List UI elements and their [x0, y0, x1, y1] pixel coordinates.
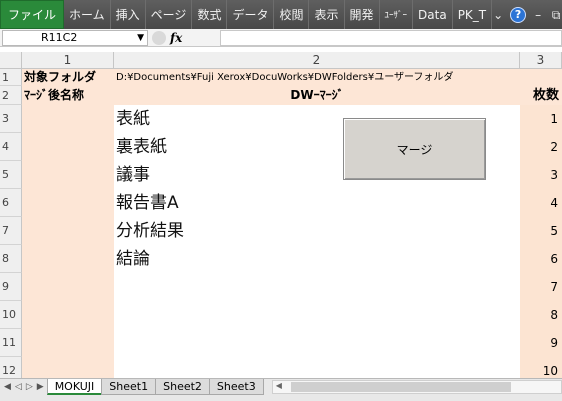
page-number-cell[interactable]: 7 — [520, 273, 562, 301]
row-header-2[interactable]: 2 — [0, 86, 22, 105]
document-item[interactable]: 議事 — [116, 161, 336, 189]
sheet-navigation: ◀ ◁ ▷ ▶ — [0, 379, 48, 395]
sheet-tab-bar: ◀ ◁ ▷ ▶ MOKUJI Sheet1 Sheet2 Sheet3 ◀ — [0, 378, 562, 401]
merge-button[interactable]: マージ — [343, 118, 486, 180]
tab-page[interactable]: ページ — [146, 0, 193, 29]
row-header-12[interactable]: 12 — [0, 357, 22, 378]
horizontal-scrollbar[interactable]: ◀ — [271, 380, 562, 394]
ribbon-tab-bar: ファイル ホーム 挿入 ページ 数式 データ 校閲 表示 開発 ﾕｰｻﾞｰ Da… — [0, 0, 562, 29]
page-number-cell[interactable]: 6 — [520, 245, 562, 273]
sheet-tab-sheet1[interactable]: Sheet1 — [101, 379, 157, 395]
tab-user[interactable]: ﾕｰｻﾞｰ — [380, 0, 414, 29]
tab-file[interactable]: ファイル — [0, 0, 65, 29]
row-header-8[interactable]: 8 — [0, 245, 22, 273]
sheet-tab-sheet3[interactable]: Sheet3 — [208, 379, 264, 395]
insert-function-icon[interactable]: fx — [170, 31, 182, 45]
tab-insert[interactable]: 挿入 — [111, 0, 146, 29]
prev-sheet-icon[interactable]: ◁ — [15, 382, 22, 392]
row-header-11[interactable]: 11 — [0, 329, 22, 357]
document-item[interactable]: 表紙 — [116, 105, 336, 133]
formula-controls: fx — [148, 30, 220, 45]
formula-input[interactable] — [220, 29, 562, 46]
chevron-down-icon[interactable]: ⌄ — [492, 9, 504, 21]
tab-formulas[interactable]: 数式 — [192, 0, 228, 29]
document-item[interactable]: 結論 — [116, 245, 336, 273]
window-controls: ⌄ ? – ⧉ — [492, 0, 562, 29]
next-sheet-icon[interactable]: ▷ — [26, 382, 33, 392]
target-folder-path[interactable]: D:¥Documents¥Fuji Xerox¥DocuWorks¥DWFold… — [114, 69, 562, 86]
scroll-left-icon[interactable]: ◀ — [276, 381, 282, 390]
name-box-dropdown-icon[interactable]: ▼ — [137, 31, 144, 45]
formula-bar: R11C2 ▼ fx — [0, 29, 562, 47]
tab-view[interactable]: 表示 — [309, 0, 345, 29]
sheet-tab-mokuji[interactable]: MOKUJI — [46, 379, 103, 395]
row-header-10[interactable]: 10 — [0, 301, 22, 329]
last-sheet-icon[interactable]: ▶ — [37, 382, 44, 392]
column-header-3[interactable]: 3 — [520, 52, 562, 69]
page-number-cell[interactable]: 1 — [520, 105, 562, 133]
row-header-5[interactable]: 5 — [0, 161, 22, 189]
row-header-7[interactable]: 7 — [0, 217, 22, 245]
row-header-9[interactable]: 9 — [0, 273, 22, 301]
page-number-cell[interactable]: 5 — [520, 217, 562, 245]
document-item[interactable]: 報告書A — [116, 189, 336, 217]
excel-window: ファイル ホーム 挿入 ページ 数式 データ 校閲 表示 開発 ﾕｰｻﾞｰ Da… — [0, 0, 562, 401]
column-header-1[interactable]: 1 — [22, 52, 114, 69]
select-all-corner[interactable] — [0, 52, 22, 69]
tab-pk-t[interactable]: PK_T — [453, 0, 493, 29]
scroll-thumb[interactable] — [290, 382, 511, 392]
merged-name-cell[interactable]: DWｰﾏｰｼﾞ — [114, 86, 520, 105]
tab-developer[interactable]: 開発 — [345, 0, 380, 29]
page-number-cell[interactable]: 3 — [520, 161, 562, 189]
merge-name-column[interactable] — [22, 105, 114, 378]
merge-name-header[interactable]: ﾏｰｼﾞ後名称 — [22, 86, 114, 105]
document-item[interactable]: 分析結果 — [116, 217, 336, 245]
page-count-header[interactable]: 枚数 — [520, 86, 562, 105]
tab-review[interactable]: 校閲 — [274, 0, 310, 29]
page-number-cell[interactable]: 4 — [520, 189, 562, 217]
row-header-4[interactable]: 4 — [0, 133, 22, 161]
page-number-cell[interactable]: 2 — [520, 133, 562, 161]
column-header-2[interactable]: 2 — [114, 52, 520, 69]
row-header-6[interactable]: 6 — [0, 189, 22, 217]
row-header-3[interactable]: 3 — [0, 105, 22, 133]
target-folder-label[interactable]: 対象フォルダ — [22, 69, 114, 86]
name-box[interactable]: R11C2 ▼ — [2, 29, 148, 46]
tab-home[interactable]: ホーム — [64, 0, 111, 29]
page-number-cell[interactable]: 8 — [520, 301, 562, 329]
name-box-value: R11C2 — [41, 30, 78, 44]
tab-data-addin[interactable]: Data — [413, 0, 453, 29]
tab-data[interactable]: データ — [227, 0, 275, 29]
worksheet-grid: 1 2 3 1 2 3 4 5 6 7 8 9 10 11 12 対象フォルダ … — [0, 52, 562, 378]
restore-icon[interactable]: ⧉ — [550, 9, 562, 21]
sheet-tab-sheet2[interactable]: Sheet2 — [155, 379, 210, 395]
document-item[interactable]: 裏表紙 — [116, 133, 336, 161]
formula-bar-splitter[interactable] — [152, 30, 166, 45]
first-sheet-icon[interactable]: ◀ — [4, 382, 11, 392]
help-icon[interactable]: ? — [510, 6, 527, 23]
minimize-icon[interactable]: – — [532, 9, 544, 21]
page-number-cell[interactable]: 10 — [520, 357, 562, 378]
row-header-1[interactable]: 1 — [0, 69, 22, 86]
page-number-cell[interactable]: 9 — [520, 329, 562, 357]
